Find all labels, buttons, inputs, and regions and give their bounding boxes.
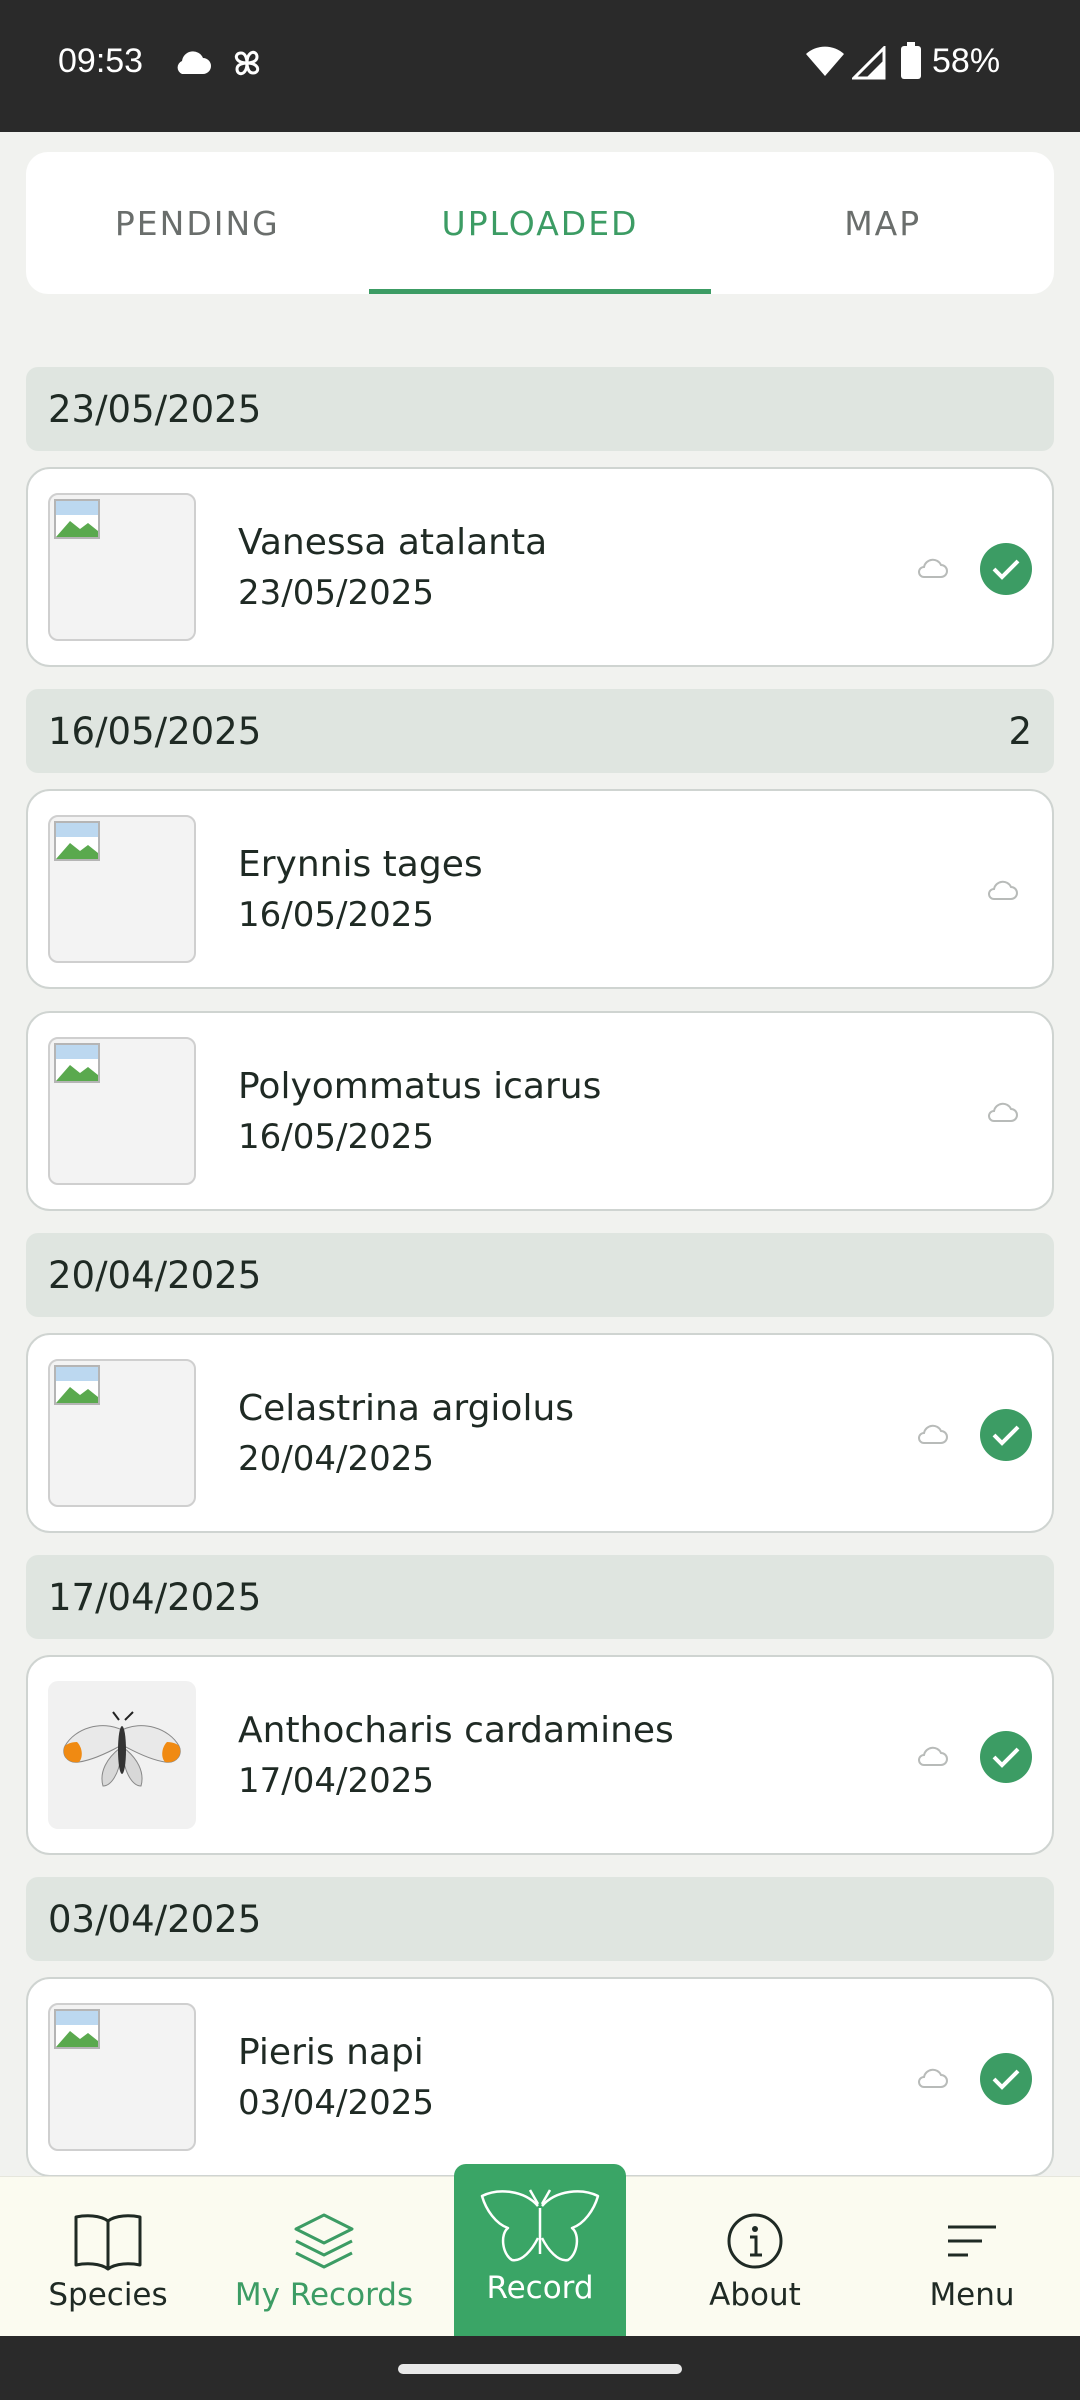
group-date: 03/04/2025	[48, 1897, 262, 1941]
nav-species-label: Species	[48, 2277, 168, 2313]
cloud-icon	[918, 1424, 948, 1444]
broken-image-icon	[54, 2009, 100, 2049]
broken-image-icon	[54, 1365, 100, 1405]
record-item[interactable]: Erynnis tages 16/05/2025	[26, 789, 1054, 989]
record-date: 17/04/2025	[238, 1760, 434, 1801]
record-button-label: Record	[486, 2270, 594, 2306]
wifi-icon	[806, 46, 844, 76]
book-icon	[74, 2214, 142, 2271]
info-icon	[727, 2213, 783, 2269]
group-date: 17/04/2025	[48, 1575, 262, 1619]
cloud-icon	[918, 558, 948, 578]
record-thumbnail	[48, 1359, 196, 1507]
tab-pending[interactable]: PENDING	[26, 152, 369, 294]
home-gesture-handle[interactable]	[398, 2364, 682, 2374]
record-item[interactable]: Celastrina argiolus 20/04/2025	[26, 1333, 1054, 1533]
record-species-name: Polyommatus icarus	[238, 1065, 602, 1107]
nav-about-label: About	[709, 2277, 801, 2313]
cloud-icon	[918, 1746, 948, 1766]
status-bar: 09:53 58%	[0, 0, 1080, 132]
broken-image-icon	[54, 821, 100, 861]
date-group-header: 20/04/2025	[26, 1233, 1054, 1317]
records-list[interactable]: 23/05/2025 Vanessa atalanta 23/05/2025 1…	[26, 367, 1054, 2199]
record-date: 20/04/2025	[238, 1438, 434, 1479]
gesture-navigation-bar	[0, 2336, 1080, 2400]
record-button[interactable]: Record	[454, 2164, 626, 2336]
record-date: 03/04/2025	[238, 2082, 434, 2123]
status-time: 09:53	[58, 42, 144, 80]
record-date: 23/05/2025	[238, 572, 434, 613]
record-thumbnail	[48, 1037, 196, 1185]
tab-map[interactable]: MAP	[711, 152, 1054, 294]
broken-image-icon	[54, 499, 100, 539]
date-group-header: 03/04/2025	[26, 1877, 1054, 1961]
cloud-icon	[988, 880, 1018, 900]
verified-check-icon	[980, 543, 1032, 595]
tab-uploaded[interactable]: UPLOADED	[368, 152, 712, 294]
date-group-header: 17/04/2025	[26, 1555, 1054, 1639]
record-item[interactable]: Vanessa atalanta 23/05/2025	[26, 467, 1054, 667]
nav-about[interactable]: About	[655, 2177, 855, 2337]
record-species-name: Pieris napi	[238, 2031, 424, 2073]
record-thumbnail	[48, 493, 196, 641]
cloud-status-icon	[177, 51, 211, 74]
nav-species[interactable]: Species	[8, 2177, 208, 2337]
verified-check-icon	[980, 1731, 1032, 1783]
group-date: 16/05/2025	[48, 709, 262, 753]
verified-check-icon	[980, 2053, 1032, 2105]
record-item[interactable]: Anthocharis cardamines 17/04/2025	[26, 1655, 1054, 1855]
butterfly-icon	[480, 2189, 600, 2262]
broken-image-icon	[54, 1043, 100, 1083]
nav-my-records-label: My Records	[234, 2277, 414, 2313]
nav-menu-label: Menu	[929, 2277, 1015, 2313]
date-group-header: 16/05/2025 2	[26, 689, 1054, 773]
record-thumbnail	[48, 2003, 196, 2151]
nav-menu[interactable]: Menu	[872, 2177, 1072, 2337]
orange-tip-butterfly-photo	[63, 1711, 181, 1787]
fan-status-icon	[234, 50, 260, 76]
record-species-name: Erynnis tages	[238, 843, 483, 885]
menu-lines-icon	[948, 2225, 996, 2257]
group-date: 20/04/2025	[48, 1253, 262, 1297]
cloud-icon	[988, 1102, 1018, 1122]
record-thumbnail	[48, 1681, 196, 1829]
record-item[interactable]: Polyommatus icarus 16/05/2025	[26, 1011, 1054, 1211]
record-date: 16/05/2025	[238, 894, 434, 935]
layers-icon	[294, 2213, 354, 2269]
group-date: 23/05/2025	[48, 387, 262, 431]
group-count: 2	[1008, 709, 1032, 753]
record-thumbnail	[48, 815, 196, 963]
records-tabs: PENDING UPLOADED MAP	[26, 152, 1054, 294]
record-species-name: Anthocharis cardamines	[238, 1709, 674, 1751]
battery-icon	[901, 42, 921, 79]
battery-percent: 58%	[932, 42, 1001, 80]
verified-check-icon	[980, 1409, 1032, 1461]
record-species-name: Vanessa atalanta	[238, 521, 548, 563]
nav-my-records[interactable]: My Records	[224, 2177, 424, 2337]
record-date: 16/05/2025	[238, 1116, 434, 1157]
record-species-name: Celastrina argiolus	[238, 1387, 575, 1429]
cloud-icon	[918, 2068, 948, 2088]
date-group-header: 23/05/2025	[26, 367, 1054, 451]
signal-icon	[852, 46, 886, 80]
record-item[interactable]: Pieris napi 03/04/2025	[26, 1977, 1054, 2177]
